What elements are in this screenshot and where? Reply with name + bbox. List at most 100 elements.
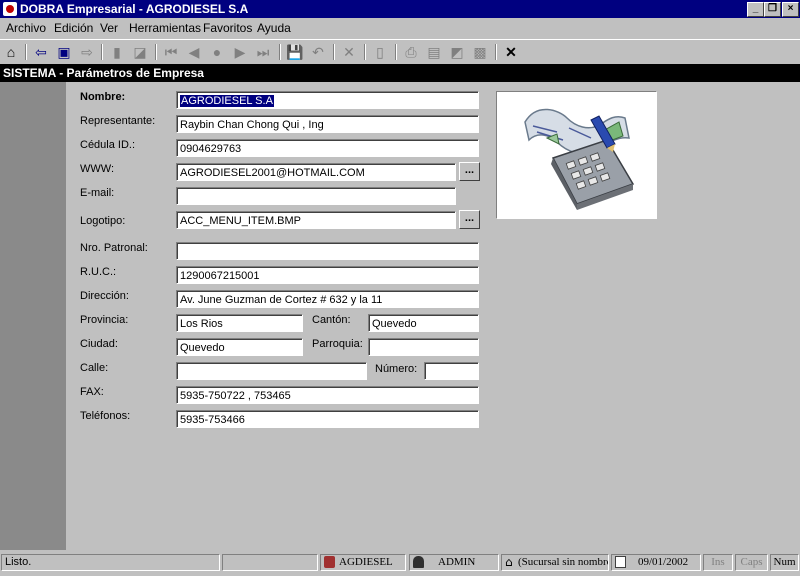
preview-icon[interactable]: ▤: [425, 43, 443, 61]
toolbar-separator: [279, 44, 281, 60]
fax-field[interactable]: 5935-750722 , 753465: [176, 386, 479, 404]
exit-icon[interactable]: ✕: [502, 43, 520, 61]
logo-preview: [496, 91, 657, 219]
email-label: E-mail:: [80, 187, 115, 199]
representante-field[interactable]: Raybin Chan Chong Qui , Ing: [176, 115, 479, 133]
status-num: Num: [770, 554, 799, 571]
back-arrow-icon[interactable]: ⇦: [32, 43, 50, 61]
delete-icon[interactable]: ✕: [340, 43, 358, 61]
canton-label: Cantón:: [312, 314, 351, 326]
logotipo-field[interactable]: ACC_MENU_ITEM.BMP: [176, 211, 456, 229]
www-browse-button[interactable]: ...: [459, 162, 480, 181]
status-user: ADMIN: [438, 556, 476, 568]
numero-field[interactable]: [424, 362, 479, 380]
toolbar-separator: [333, 44, 335, 60]
search-icon[interactable]: ●: [208, 43, 226, 61]
representante-label: Representante:: [80, 115, 156, 127]
last-record-icon[interactable]: ⏭: [254, 43, 272, 61]
module-title: SISTEMA - Parámetros de Empresa: [3, 66, 204, 80]
direccion-label: Dirección:: [80, 290, 129, 302]
ciudad-label: Ciudad:: [80, 338, 118, 350]
save-icon[interactable]: 💾: [286, 43, 304, 61]
status-company: AGDIESEL: [339, 556, 393, 568]
calculator-logo-icon: [524, 108, 635, 210]
direccion-field[interactable]: Av. June Guzman de Cortez # 632 y la 11: [176, 290, 479, 308]
forward-arrow-icon[interactable]: ⇨: [78, 43, 96, 61]
left-panel: [0, 82, 66, 550]
status-date: 09/01/2002: [638, 556, 689, 568]
www-field[interactable]: AGRODIESEL2001@HOTMAIL.COM: [176, 163, 456, 181]
menu-archivo[interactable]: Archivo: [6, 21, 46, 35]
window-icon[interactable]: ▣: [55, 43, 73, 61]
document-icon[interactable]: ▯: [371, 43, 389, 61]
logotipo-browse-button[interactable]: ...: [459, 210, 480, 229]
toolbar-separator: [25, 44, 27, 60]
new-document-icon[interactable]: ▮: [108, 43, 126, 61]
nombre-value: AGRODIESEL S.A: [180, 95, 274, 107]
menu-bar: Archivo Edición Ver Herramientas Favorit…: [0, 18, 800, 38]
patronal-label: Nro. Patronal:: [80, 242, 148, 254]
ciudad-field[interactable]: Quevedo: [176, 338, 303, 356]
maximize-button[interactable]: ❐: [764, 2, 781, 17]
menu-edicion[interactable]: Edición: [54, 21, 93, 35]
cedula-field[interactable]: 0904629763: [176, 139, 479, 157]
toolbar-separator: [155, 44, 157, 60]
email-field[interactable]: [176, 187, 456, 205]
telefonos-label: Teléfonos:: [80, 410, 131, 422]
canton-field[interactable]: Quevedo: [368, 314, 479, 332]
status-ins: Ins: [703, 554, 733, 571]
undo-icon[interactable]: ↶: [309, 43, 327, 61]
parroquia-field[interactable]: [368, 338, 479, 356]
calle-field[interactable]: [176, 362, 367, 380]
ruc-label: R.U.C.:: [80, 266, 117, 278]
copy-record-icon[interactable]: ◪: [131, 43, 149, 61]
print-icon[interactable]: ⎙: [402, 43, 420, 61]
patronal-field[interactable]: [176, 242, 479, 260]
status-branch: (Sucursal sin nombre): [518, 556, 609, 568]
database-icon: [324, 556, 335, 569]
toolbar-separator: [495, 44, 497, 60]
house-icon: ⌂: [505, 555, 513, 570]
toolbar: ⌂ ⇦ ▣ ⇨ ▮ ◪ ⏮ ◀ ● ▶ ⏭ 💾 ↶ ✕ ▯ ⎙ ▤ ◩ ▩ ✕: [0, 39, 800, 66]
close-button[interactable]: ×: [782, 2, 799, 17]
status-date-panel: 09/01/2002: [611, 554, 701, 571]
numero-label: Número:: [375, 363, 418, 375]
ruc-field[interactable]: 1290067215001: [176, 266, 479, 284]
nombre-field[interactable]: AGRODIESEL S.A: [176, 91, 479, 109]
status-empty-panel: [222, 554, 318, 571]
first-record-icon[interactable]: ⏮: [162, 43, 180, 61]
telefonos-field[interactable]: 5935-753466: [176, 410, 479, 428]
menu-ayuda[interactable]: Ayuda: [257, 21, 291, 35]
window-title: DOBRA Empresarial - AGRODIESEL S.A: [20, 2, 249, 16]
menu-ver[interactable]: Ver: [100, 21, 118, 35]
status-company-panel: AGDIESEL: [320, 554, 406, 571]
toolbar-separator: [395, 44, 397, 60]
calendar-icon: [615, 556, 626, 569]
calle-label: Calle:: [80, 362, 109, 374]
next-record-icon[interactable]: ▶: [231, 43, 249, 61]
home-icon[interactable]: ⌂: [2, 43, 20, 61]
export-icon[interactable]: ◩: [448, 43, 466, 61]
toolbar-separator: [364, 44, 366, 60]
www-label: WWW:: [80, 163, 115, 175]
toolbar-separator: [101, 44, 103, 60]
app-icon[interactable]: [3, 2, 17, 16]
title-bar: DOBRA Empresarial - AGRODIESEL S.A _ ❐ ×: [0, 0, 800, 18]
parroquia-label: Parroquia:: [312, 338, 363, 350]
status-message: Listo.: [1, 554, 220, 571]
provincia-field[interactable]: Los Rios: [176, 314, 303, 332]
menu-herramientas[interactable]: Herramientas: [129, 21, 201, 35]
nombre-label: Nombre:: [80, 91, 126, 103]
status-branch-panel: ⌂ (Sucursal sin nombre): [501, 554, 609, 571]
minimize-button[interactable]: _: [747, 2, 764, 17]
provincia-label: Provincia:: [80, 314, 129, 326]
status-caps: Caps: [735, 554, 768, 571]
status-user-panel: ADMIN: [409, 554, 499, 571]
user-icon: [413, 556, 424, 569]
report-icon[interactable]: ▩: [471, 43, 489, 61]
module-title-bar: SISTEMA - Parámetros de Empresa: [0, 64, 800, 82]
menu-favoritos[interactable]: Favoritos: [203, 21, 252, 35]
logotipo-label: Logotipo:: [80, 215, 126, 227]
previous-record-icon[interactable]: ◀: [185, 43, 203, 61]
fax-label: FAX:: [80, 386, 104, 398]
